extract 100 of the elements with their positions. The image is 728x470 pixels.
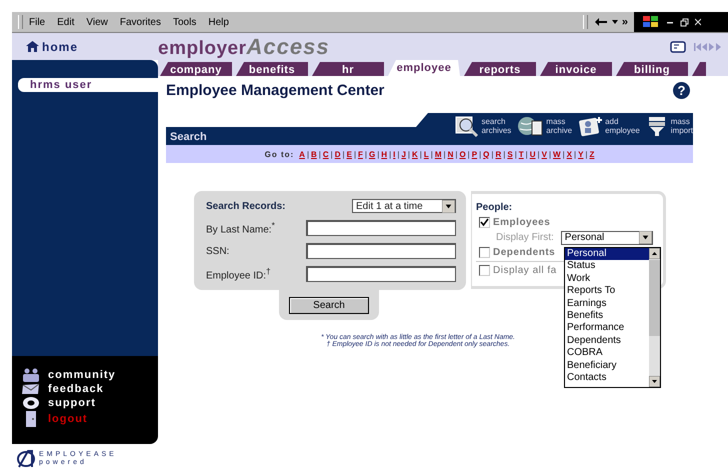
letter-link[interactable]: G bbox=[368, 150, 376, 158]
letter-link[interactable]: I bbox=[393, 150, 396, 158]
dropdown-option[interactable]: Status bbox=[565, 260, 649, 273]
input-field[interactable] bbox=[306, 243, 456, 259]
scrollbar[interactable] bbox=[649, 248, 660, 387]
separator: | bbox=[562, 150, 565, 158]
letter-link[interactable]: T bbox=[518, 150, 524, 158]
letter-link[interactable]: Z bbox=[590, 150, 594, 158]
dropdown-option[interactable]: Work bbox=[565, 272, 649, 286]
letter-link[interactable]: U bbox=[530, 150, 536, 158]
caret-icon[interactable] bbox=[612, 20, 618, 24]
letter-link[interactable]: X bbox=[566, 150, 572, 158]
magnifier-document-icon[interactable] bbox=[454, 115, 480, 137]
letter-link[interactable]: O bbox=[459, 150, 466, 158]
link-label[interactable]: community bbox=[48, 369, 116, 381]
checkbox[interactable] bbox=[479, 265, 490, 276]
letter-link[interactable]: M bbox=[434, 150, 442, 158]
dropdown-option[interactable]: Beneficiary bbox=[565, 360, 649, 372]
separator: | bbox=[491, 150, 494, 158]
separator: | bbox=[468, 150, 470, 158]
checkbox[interactable] bbox=[479, 217, 490, 228]
option-label: Employees bbox=[493, 217, 550, 228]
menu-item[interactable]: Favorites bbox=[120, 16, 161, 28]
dropdown-option[interactable]: Personal bbox=[565, 248, 649, 260]
nav-tab[interactable]: benefits bbox=[236, 62, 308, 76]
dropdown-arrow-icon[interactable] bbox=[442, 200, 455, 212]
input-field[interactable] bbox=[306, 266, 456, 282]
home-label[interactable]: home bbox=[42, 40, 78, 54]
letter-link[interactable]: N bbox=[448, 150, 454, 158]
menu-item[interactable]: Edit bbox=[57, 16, 74, 28]
dropdown-option[interactable]: Reports To bbox=[565, 285, 649, 298]
nav-tab[interactable] bbox=[692, 62, 706, 76]
letter-link[interactable]: F bbox=[358, 150, 363, 158]
dropdown-option[interactable]: Performance bbox=[565, 322, 649, 335]
dropdown-option[interactable]: Earnings bbox=[565, 298, 649, 310]
letter-link[interactable]: C bbox=[322, 150, 329, 158]
link-label[interactable]: feedback bbox=[48, 383, 104, 395]
letter-link[interactable]: B bbox=[311, 150, 317, 158]
letter-link[interactable]: P bbox=[472, 150, 478, 158]
dropdown-option[interactable]: COBRA bbox=[565, 347, 649, 360]
separator: | bbox=[455, 150, 458, 158]
nav-tab[interactable]: hr bbox=[312, 62, 384, 76]
back-arrow-icon[interactable] bbox=[594, 17, 608, 27]
letter-link[interactable]: K bbox=[412, 150, 418, 158]
more-chevron[interactable]: » bbox=[622, 16, 628, 28]
mode-select[interactable]: Edit 1 at a time bbox=[352, 199, 456, 213]
letter-link[interactable]: V bbox=[542, 150, 547, 158]
separator: | bbox=[389, 150, 392, 158]
sidebar-link[interactable]: logout bbox=[22, 411, 158, 427]
restore-icon[interactable] bbox=[680, 18, 689, 26]
letter-link[interactable]: R bbox=[495, 150, 502, 158]
dropdown-option[interactable]: Dependents bbox=[565, 334, 649, 348]
letter-link[interactable]: S bbox=[507, 150, 513, 158]
letter-link[interactable]: W bbox=[553, 150, 561, 158]
add-person-card-icon[interactable] bbox=[578, 115, 604, 137]
sidebar-link[interactable]: community bbox=[22, 368, 158, 382]
page-title: Employee Management Center bbox=[166, 82, 384, 99]
input-field[interactable] bbox=[306, 220, 456, 236]
letter-link[interactable]: Q bbox=[483, 150, 490, 158]
letter-link[interactable]: L bbox=[424, 150, 429, 158]
letter-link[interactable]: A bbox=[299, 150, 305, 158]
globe-cabinet-icon[interactable] bbox=[517, 115, 546, 137]
link-label[interactable]: logout bbox=[48, 413, 88, 425]
toolbar-action[interactable]: mass import bbox=[646, 115, 693, 137]
help-button[interactable]: ? bbox=[673, 82, 690, 99]
nav-tab[interactable]: invoice bbox=[540, 62, 612, 76]
dropdown-arrow-icon[interactable] bbox=[638, 231, 652, 244]
display-select[interactable]: Personal bbox=[560, 230, 653, 244]
nav-tab[interactable]: billing bbox=[616, 62, 688, 76]
search-button[interactable]: Search bbox=[289, 297, 369, 314]
sidebar-link[interactable]: feedback bbox=[22, 383, 158, 395]
separator: | bbox=[548, 150, 552, 158]
option-label: Dependents bbox=[493, 247, 556, 258]
menu-item[interactable]: Help bbox=[208, 16, 229, 28]
field-label: Employee ID:$^{†}$ bbox=[206, 266, 271, 282]
menu-item[interactable]: File bbox=[29, 16, 46, 28]
link-label[interactable]: support bbox=[48, 397, 96, 409]
letter-link[interactable]: D bbox=[334, 150, 341, 158]
letter-link[interactable]: E bbox=[346, 150, 352, 158]
nav-tab[interactable]: reports bbox=[464, 62, 536, 76]
nav-tab[interactable]: employee bbox=[388, 60, 460, 76]
letter-link[interactable]: J bbox=[401, 150, 406, 158]
dropdown-option[interactable]: Benefits bbox=[565, 310, 649, 322]
dropdown-option[interactable]: Contacts bbox=[565, 372, 649, 384]
letter-link[interactable]: H bbox=[381, 150, 388, 158]
toolbar-action[interactable]: mass archive bbox=[517, 115, 572, 137]
toolbar-action[interactable]: add employee bbox=[578, 115, 640, 137]
option-label: Display First: bbox=[496, 232, 554, 243]
card-icon[interactable] bbox=[670, 40, 686, 52]
letter-link[interactable]: Y bbox=[578, 150, 584, 158]
sidebar-link[interactable]: support bbox=[22, 396, 158, 410]
menu-item[interactable]: Tools bbox=[172, 16, 196, 28]
menu-item[interactable]: View bbox=[86, 16, 108, 28]
checkbox[interactable] bbox=[479, 247, 490, 258]
toolbar-action[interactable]: search archives bbox=[454, 115, 512, 137]
home-link[interactable]: home bbox=[12, 40, 158, 54]
close-icon[interactable] bbox=[695, 18, 701, 26]
nav-tab[interactable]: company bbox=[160, 62, 232, 76]
scroll-up-icon[interactable] bbox=[649, 248, 660, 259]
scroll-down-icon[interactable] bbox=[649, 376, 660, 387]
